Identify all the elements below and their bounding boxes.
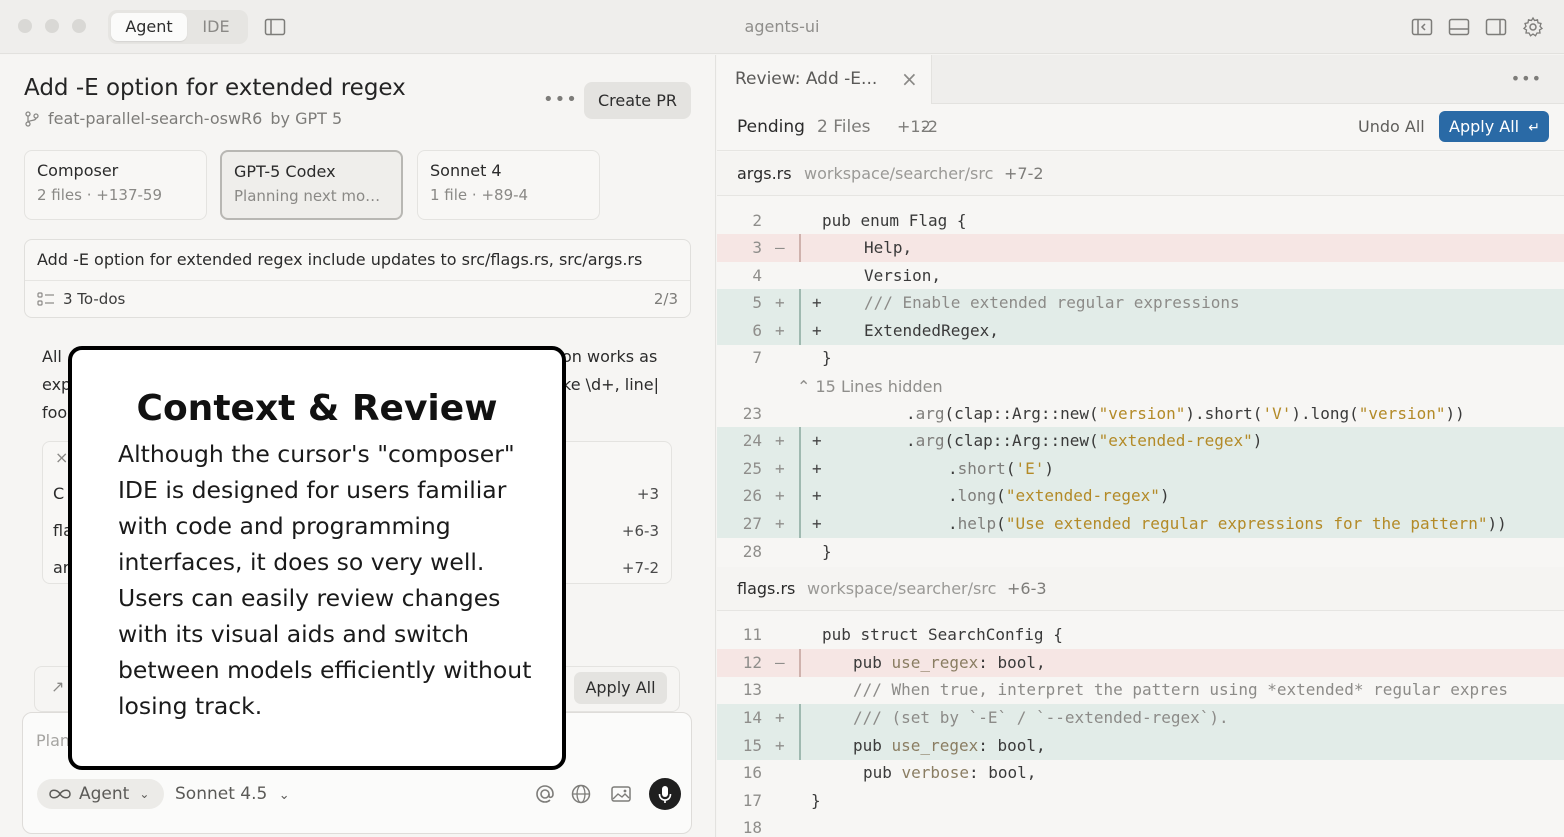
hidden-lines-toggle[interactable]: ⌃ 15 Lines hidden	[797, 377, 943, 396]
left-panel-icon[interactable]	[1411, 16, 1433, 38]
review-pane: Review: Add -E... × ••• Pending 2 Files …	[717, 55, 1564, 837]
close-icon[interactable]: ×	[901, 67, 918, 91]
code-line: 4 Version,	[752, 266, 942, 285]
code-line: 17}	[742, 791, 821, 810]
code-line-added: 25 + + .short('E')	[717, 455, 1564, 483]
model-card-composer[interactable]: Composer 2 files · +137-59	[24, 150, 207, 220]
code-line-added: 24 + + .arg(clap::Arg::new("extended-regex"…	[717, 427, 1564, 455]
file-path: workspace/searcher/src	[804, 164, 994, 183]
expand-icon: ⌃	[797, 377, 811, 396]
infinity-icon	[49, 789, 71, 799]
file-header-flags[interactable]: flags.rs workspace/searcher/src +6-3	[717, 567, 1564, 611]
model-name: Sonnet 4	[430, 161, 502, 180]
microphone-button[interactable]	[649, 778, 681, 810]
checklist-icon	[37, 292, 54, 306]
model-name: GPT-5 Codex	[234, 162, 336, 181]
deletions-count: -2	[922, 117, 938, 136]
title-bar: Agent IDE agents-ui	[0, 0, 1564, 54]
chevron-down-icon: ⌄	[139, 787, 150, 801]
model-card-gpt5-codex[interactable]: GPT-5 Codex Planning next moves	[220, 150, 403, 220]
code-line-added: 26 + + .long("extended-regex")	[717, 482, 1564, 510]
review-tab-bar: Review: Add -E... × •••	[717, 55, 1564, 104]
file-header-args[interactable]: args.rs workspace/searcher/src +7-2	[717, 152, 1564, 196]
model-stats: 1 file · +89-4	[430, 186, 529, 204]
model-card-sonnet-4[interactable]: Sonnet 4 1 file · +89-4	[417, 150, 600, 220]
apply-all-small-button[interactable]: Apply All	[574, 672, 667, 704]
code-line: 28}	[742, 542, 832, 561]
file-path: workspace/searcher/src	[807, 579, 997, 598]
file-name: flags.rs	[737, 579, 796, 598]
annotation-body: Although the cursor's "composer" IDE is …	[118, 440, 532, 720]
create-pr-button[interactable]: Create PR	[584, 82, 691, 119]
image-icon[interactable]	[609, 782, 633, 806]
code-line-removed: 3– Help,	[717, 234, 1564, 262]
more-options-icon[interactable]: •••	[1511, 69, 1542, 88]
right-panel-icon[interactable]	[1485, 16, 1507, 38]
undo-all-button[interactable]: Undo All	[1358, 117, 1425, 136]
microphone-icon	[658, 786, 672, 803]
message-text: exp	[42, 375, 72, 394]
file-stat: +7-2	[1004, 164, 1044, 183]
code-line: 7}	[752, 348, 832, 367]
git-branch-icon	[25, 110, 39, 127]
code-line: 18	[742, 818, 762, 837]
pending-label: Pending	[737, 117, 805, 137]
todo-count: 3 To-dos	[37, 290, 125, 308]
return-icon: ↵	[1528, 120, 1540, 136]
model-status: Planning next moves	[234, 187, 389, 205]
file-stat: +6-3	[1007, 579, 1047, 598]
code-line: 11 pub struct SearchConfig {	[742, 625, 1063, 644]
annotation-card: Context & Review Although the cursor's "…	[68, 346, 566, 770]
mention-icon[interactable]	[533, 782, 557, 806]
model-select[interactable]: Sonnet 4.5 ⌄	[175, 784, 290, 804]
globe-icon[interactable]	[569, 782, 593, 806]
code-line-added: 27 + + .help("Use extended regular expressi…	[717, 510, 1564, 538]
divider	[25, 280, 690, 281]
change-file-name[interactable]: C	[53, 484, 64, 503]
message-text: on works as	[562, 347, 658, 366]
model-name: Composer	[37, 161, 119, 180]
annotation-title: Context & Review	[136, 388, 498, 429]
change-stat: +3	[636, 485, 659, 503]
expand-icon[interactable]: ↗	[51, 677, 64, 696]
task-title: Add -E option for extended regex	[24, 75, 406, 101]
code-line-added: 6 + + ExtendedRegex,	[717, 317, 1564, 345]
tab-label: Review: Add -E...	[735, 69, 878, 89]
code-line: 2 pub enum Flag {	[752, 211, 967, 230]
message-text: foo	[42, 403, 68, 422]
branch-info: feat-parallel-search-oswR6 by GPT 5	[24, 109, 342, 128]
window-title: agents-ui	[744, 17, 820, 36]
todo-panel[interactable]: Add -E option for extended regex include…	[24, 239, 691, 318]
author-label: by GPT 5	[270, 109, 343, 128]
model-stats: 2 files · +137-59	[37, 186, 162, 204]
tab-review[interactable]: Review: Add -E... ×	[717, 55, 932, 104]
todo-progress: 2/3	[653, 290, 678, 308]
change-stat: +7-2	[621, 559, 659, 577]
chevron-down-icon: ⌄	[278, 788, 290, 803]
code-line: 23 .arg(clap::Arg::new("version").short('…	[742, 404, 1465, 423]
change-stat: +6-3	[621, 522, 659, 540]
apply-all-button[interactable]: Apply All ↵	[1439, 111, 1549, 142]
agent-mode-select[interactable]: Agent ⌄	[37, 779, 164, 809]
code-line-added: 14 +/// (set by `-E` / `--extended-regex`…	[717, 704, 1564, 732]
collapse-icon[interactable]: ×	[55, 448, 68, 467]
pending-summary: Pending 2 Files +12 -2 Undo All Apply Al…	[717, 105, 1564, 151]
branch-name[interactable]: feat-parallel-search-oswR6	[48, 109, 262, 128]
gear-icon[interactable]	[1522, 16, 1544, 38]
message-text: All	[42, 347, 62, 366]
code-line: 13/// When true, interpret the pattern u…	[742, 680, 1509, 699]
change-file-name[interactable]: ar	[53, 558, 69, 577]
task-description: Add -E option for extended regex include…	[37, 250, 643, 269]
files-count: 2 Files	[817, 117, 871, 137]
bottom-panel-icon[interactable]	[1448, 16, 1470, 38]
file-name: args.rs	[737, 164, 792, 183]
code-line-added: 15 + pub use_regex: bool,	[717, 732, 1564, 760]
message-text: ke \d+, line|	[562, 375, 660, 394]
more-options-icon[interactable]: •••	[543, 89, 578, 110]
code-line-added: 5 + +/// Enable extended regular expressio…	[717, 289, 1564, 317]
composer-placeholder: Plan	[36, 731, 71, 750]
code-line: 16 pub verbose: bool,	[742, 763, 1037, 782]
code-line-removed: 12– pub use_regex: bool,	[717, 649, 1564, 677]
